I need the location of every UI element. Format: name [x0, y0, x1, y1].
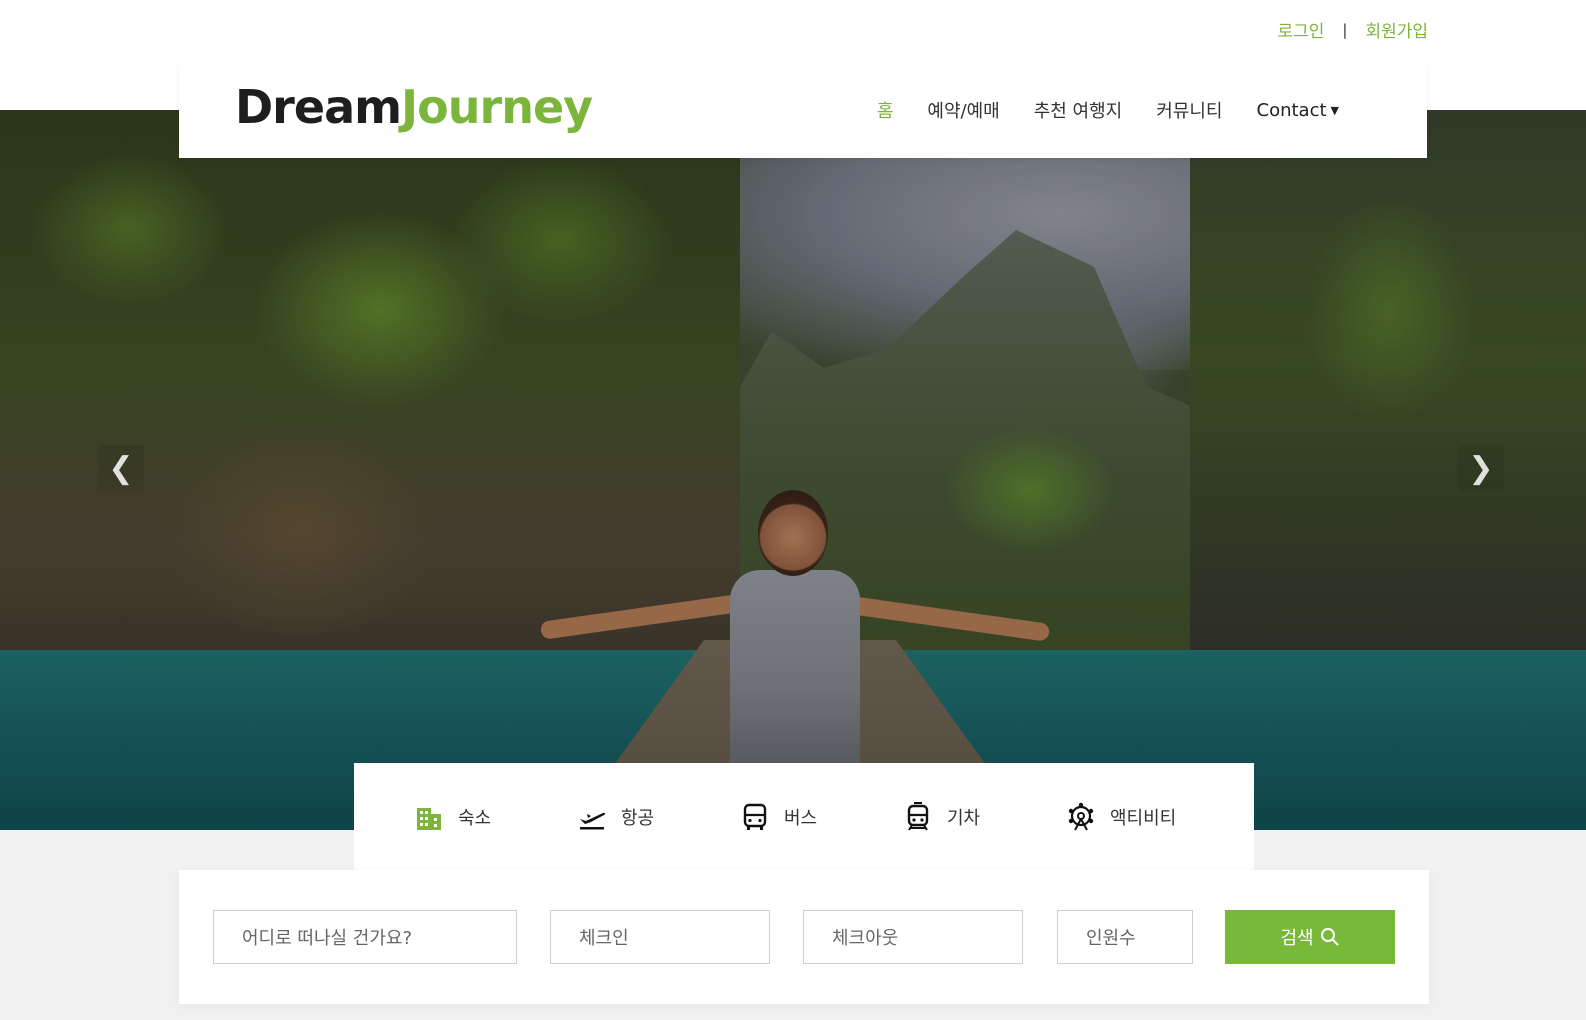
search-bar: 어디로 떠나실 건가요? 체크인 체크아웃 인원수 검색	[179, 870, 1429, 1004]
nav-community[interactable]: 커뮤니티	[1156, 97, 1222, 123]
hero-overlay	[0, 110, 1586, 830]
category-flight-label: 항공	[621, 807, 655, 829]
top-links: 로그인 | 회원가입	[1277, 17, 1428, 43]
train-icon	[907, 801, 929, 831]
category-activity[interactable]: 액티비티	[1066, 802, 1229, 832]
nav-contact-label: Contact	[1256, 99, 1327, 121]
search-icon	[1320, 928, 1339, 946]
checkout-input[interactable]: 체크아웃	[803, 910, 1023, 964]
signup-link[interactable]: 회원가입	[1365, 17, 1428, 42]
logo-dream: Dream	[235, 80, 402, 134]
building-icon	[417, 807, 441, 830]
guests-input[interactable]: 인원수	[1057, 910, 1193, 964]
search-button[interactable]: 검색	[1225, 910, 1395, 964]
search-button-label: 검색	[1280, 928, 1314, 949]
hero-carousel: ❮ ❯	[0, 110, 1586, 830]
category-bus[interactable]: 버스	[740, 802, 903, 832]
category-bus-label: 버스	[784, 807, 818, 829]
category-train-label: 기차	[947, 807, 981, 829]
plane-departure-icon	[580, 812, 606, 829]
nav-home[interactable]: 홈	[877, 97, 894, 123]
checkin-placeholder: 체크인	[579, 928, 629, 949]
checkin-input[interactable]: 체크인	[550, 910, 770, 964]
carousel-next-button[interactable]: ❯	[1458, 445, 1504, 491]
category-lodging-label: 숙소	[458, 807, 492, 829]
category-flight[interactable]: 항공	[577, 802, 740, 832]
nav-booking[interactable]: 예약/예매	[927, 97, 999, 123]
category-lodging[interactable]: 숙소	[414, 802, 577, 832]
guests-placeholder: 인원수	[1086, 928, 1136, 949]
chevron-left-icon: ❮	[108, 450, 134, 486]
ferris-wheel-icon	[1068, 802, 1094, 830]
top-links-separator: |	[1342, 20, 1348, 39]
bus-icon	[743, 803, 767, 830]
header-navbar: DreamJourney 홈 예약/예매 추천 여행지 커뮤니티 Contact…	[179, 62, 1427, 158]
category-tabs: 숙소 항공 버스 기차 액티비티	[354, 763, 1254, 870]
site-logo[interactable]: DreamJourney	[235, 80, 593, 134]
login-link[interactable]: 로그인	[1277, 17, 1324, 42]
nav-recommended[interactable]: 추천 여행지	[1034, 97, 1123, 123]
checkout-placeholder: 체크아웃	[832, 928, 899, 949]
nav-contact-dropdown[interactable]: Contact ▼	[1257, 100, 1340, 121]
category-activity-label: 액티비티	[1110, 807, 1177, 829]
caret-down-icon: ▼	[1330, 103, 1339, 117]
destination-input[interactable]: 어디로 떠나실 건가요?	[213, 910, 517, 964]
destination-placeholder: 어디로 떠나실 건가요?	[242, 928, 413, 949]
category-train[interactable]: 기차	[903, 801, 1066, 832]
main-nav: 홈 예약/예매 추천 여행지 커뮤니티 Contact ▼	[877, 62, 1339, 158]
carousel-prev-button[interactable]: ❮	[98, 445, 144, 491]
chevron-right-icon: ❯	[1468, 450, 1494, 486]
logo-journey: Journey	[401, 80, 593, 134]
